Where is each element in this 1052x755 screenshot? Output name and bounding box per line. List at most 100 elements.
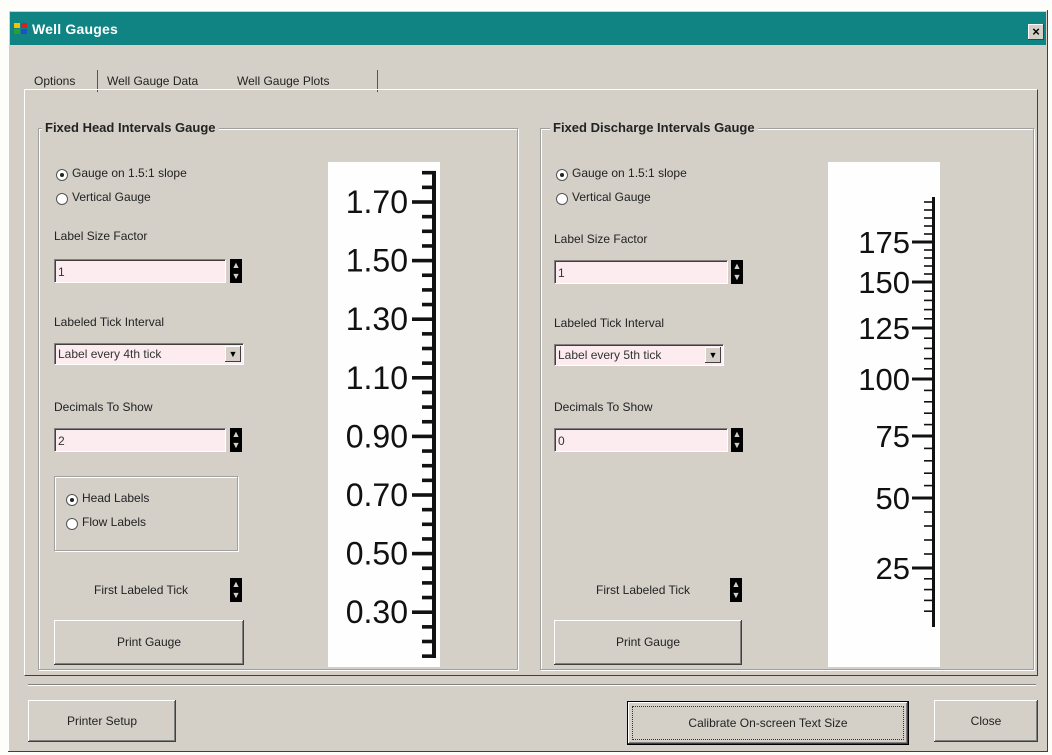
radio-flow-labels[interactable]: [66, 518, 78, 530]
tick-interval-value: Label every 5th tick: [558, 348, 662, 362]
minor-tick: [924, 412, 935, 414]
major-tick: [912, 434, 935, 438]
minor-tick: [924, 357, 935, 360]
radio-slope-gauge[interactable]: [56, 169, 68, 181]
chevron-down-icon[interactable]: ▼: [225, 346, 241, 362]
minor-tick: [924, 423, 935, 426]
discharge-gauge-scale: 175 150 125 100 75 50 25: [858, 197, 935, 627]
spin-up-icon[interactable]: ▲: [731, 579, 741, 590]
decimals-spinner-discharge[interactable]: ▲ ▼: [731, 428, 743, 452]
tick-interval-select[interactable]: Label every 4th tick ▼: [54, 343, 244, 365]
spin-down-icon[interactable]: ▼: [732, 440, 742, 451]
chevron-down-icon[interactable]: ▼: [705, 347, 721, 363]
spin-down-icon[interactable]: ▼: [231, 590, 241, 601]
minor-tick: [924, 265, 935, 267]
minor-tick: [924, 249, 935, 251]
discharge-gauge-title: Fixed Discharge Intervals Gauge: [550, 120, 758, 135]
label-size-spinner[interactable]: ▲ ▼: [230, 259, 242, 283]
decimals-spinner[interactable]: ▲ ▼: [230, 428, 242, 452]
gauge-tick-label: 150: [858, 265, 910, 300]
minor-tick: [924, 610, 935, 612]
minor-tick: [924, 201, 935, 203]
minor-tick: [924, 460, 935, 462]
decimals-input[interactable]: 2: [54, 428, 226, 452]
radio-vertical-label: Vertical Gauge: [72, 190, 151, 204]
minor-tick: [924, 209, 935, 211]
label-size-factor-input[interactable]: 1: [54, 259, 226, 283]
radio-vertical-gauge-discharge[interactable]: [556, 193, 568, 205]
gauge-tick-label: 75: [876, 419, 910, 454]
minor-tick: [924, 539, 935, 541]
minor-tick: [924, 299, 935, 302]
label-size-factor-input-discharge[interactable]: 1: [554, 260, 728, 284]
calibrate-text-size-button[interactable]: Calibrate On-screen Text Size: [628, 702, 908, 744]
print-gauge-button[interactable]: Print Gauge: [54, 620, 244, 665]
minor-tick: [924, 290, 935, 292]
spin-up-icon[interactable]: ▲: [231, 429, 241, 440]
gauge-tick-label: 175: [858, 225, 910, 260]
radio-slope-label: Gauge on 1.5:1 slope: [572, 166, 687, 180]
minor-tick: [924, 308, 935, 311]
major-tick: [912, 326, 935, 330]
minor-tick: [924, 484, 935, 487]
spin-down-icon[interactable]: ▼: [231, 440, 241, 451]
spin-down-icon[interactable]: ▼: [731, 590, 741, 601]
minor-tick: [924, 553, 935, 555]
decimals-input-discharge[interactable]: 0: [554, 428, 728, 452]
tick-interval-label: Labeled Tick Interval: [554, 316, 665, 330]
label-size-spinner-discharge[interactable]: ▲ ▼: [731, 260, 743, 284]
spin-down-icon[interactable]: ▼: [231, 271, 241, 282]
first-labeled-tick-label: First Labeled Tick: [94, 583, 189, 597]
radio-slope-gauge-discharge[interactable]: [556, 169, 568, 181]
printer-setup-button[interactable]: Printer Setup: [28, 700, 176, 742]
discharge-gauge-preview: 175 150 125 100 75 50 25: [828, 162, 940, 667]
spin-down-icon[interactable]: ▼: [732, 272, 742, 283]
radio-head-labels[interactable]: [66, 494, 78, 506]
tick-interval-value: Label every 4th tick: [58, 347, 162, 361]
major-tick: [912, 280, 935, 284]
gauge-tick-label: 0.50: [346, 536, 408, 572]
tick-interval-select-discharge[interactable]: Label every 5th tick ▼: [554, 344, 724, 366]
decimals-label: Decimals To Show: [54, 400, 153, 414]
minor-tick: [924, 389, 935, 392]
tick-interval-label: Labeled Tick Interval: [54, 315, 165, 329]
radio-vertical-gauge[interactable]: [56, 193, 68, 205]
gauge-tick-label: 0.90: [346, 418, 408, 454]
spin-up-icon[interactable]: ▲: [732, 429, 742, 440]
gauge-spine: [932, 197, 935, 627]
calibrate-label: Calibrate On-screen Text Size: [688, 716, 848, 730]
close-button[interactable]: Close: [934, 700, 1038, 742]
minor-tick: [924, 525, 935, 527]
radio-flow-labels-label: Flow Labels: [82, 515, 147, 529]
minor-tick: [924, 401, 935, 403]
gauge-tick-label: 125: [858, 311, 910, 346]
minor-tick: [924, 511, 935, 513]
spin-up-icon[interactable]: ▲: [231, 579, 241, 590]
gauge-tick-label: 1.30: [346, 301, 408, 337]
gauge-tick-label: 1.10: [346, 360, 408, 396]
spin-up-icon[interactable]: ▲: [231, 260, 241, 271]
title-bar[interactable]: Well Gauges ×: [10, 12, 1046, 45]
app-icon: [14, 23, 28, 35]
first-tick-spinner-discharge[interactable]: ▲ ▼: [730, 578, 742, 602]
minor-tick: [924, 447, 935, 450]
first-tick-spinner[interactable]: ▲ ▼: [230, 578, 242, 602]
footer-separator: [28, 684, 1036, 686]
minor-tick: [924, 257, 935, 259]
decimals-label: Decimals To Show: [554, 400, 653, 414]
gauge-spine: [432, 172, 436, 658]
window-close-icon[interactable]: ×: [1028, 24, 1044, 40]
head-gauge-scale: 1.70 1.50 1.30 1.10 0.90 0.70 0.50 0.30: [346, 170, 436, 658]
major-tick: [912, 496, 935, 500]
minor-tick: [924, 318, 935, 320]
print-gauge-button-discharge[interactable]: Print Gauge: [554, 620, 742, 665]
radio-head-labels-label: Head Labels: [82, 491, 150, 505]
gauge-tick-label: 25: [876, 551, 910, 586]
minor-tick: [924, 599, 935, 602]
radio-vertical-label: Vertical Gauge: [572, 190, 651, 204]
spin-up-icon[interactable]: ▲: [732, 261, 742, 272]
head-gauge-title: Fixed Head Intervals Gauge: [42, 120, 219, 135]
minor-tick: [924, 217, 935, 219]
minor-tick: [924, 368, 935, 370]
head-gauge-preview: 1.70 1.50 1.30 1.10 0.90 0.70 0.50 0.30: [328, 162, 440, 667]
